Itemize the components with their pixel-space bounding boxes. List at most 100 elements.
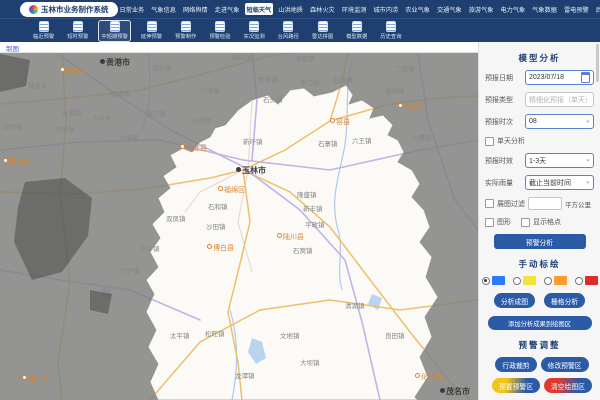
- forecast-type-label: 预报类型: [485, 95, 525, 105]
- chevron-down-icon: ∨: [586, 158, 590, 163]
- adjust-button-预置预警区[interactable]: 预置预警区: [492, 378, 540, 393]
- top-menu-item-走进气象[interactable]: 走进气象: [213, 3, 242, 15]
- document-icon: [40, 22, 48, 31]
- toolbar-item-label: 历史查询: [380, 32, 401, 40]
- plot-color-options: [479, 276, 600, 285]
- map-graphic: [0, 42, 478, 400]
- plot-color-option-orange[interactable]: [544, 276, 567, 285]
- top-menu-item-网络舆情[interactable]: 网络舆情: [181, 3, 210, 15]
- warning-adjust-title: 预警调整: [479, 339, 600, 351]
- plot-color-radio-orange[interactable]: [544, 277, 552, 285]
- panel-scrollbar[interactable]: [596, 44, 599, 82]
- manual-plot-buttons: 分析成图栅格分析: [479, 293, 600, 308]
- forecast-period-select[interactable]: 1-3天 ∨: [525, 153, 594, 168]
- plot-color-swatch-red: [585, 276, 598, 285]
- toolbar-item-短时预警[interactable]: 短时预警: [64, 20, 91, 42]
- adjust-button-修改预警区[interactable]: 修改预警区: [541, 357, 589, 372]
- forecast-date-input[interactable]: 2023/07/18: [525, 70, 594, 85]
- toolbar-item-雷达拼图[interactable]: 雷达拼图: [309, 20, 336, 42]
- document-icon: [319, 22, 327, 31]
- app-logo[interactable]: 玉林市业务制作系统: [20, 2, 118, 17]
- top-menu-item-森林火灾[interactable]: 森林火灾: [308, 3, 337, 15]
- adjust-button-清空绘图区[interactable]: 清空绘图区: [544, 378, 592, 393]
- manual-plot-title: 手动标绘: [479, 258, 600, 270]
- toolbar-item-中短期预警[interactable]: 中短期预警: [98, 20, 131, 42]
- document-icon: [216, 22, 224, 31]
- plot-color-option-blue[interactable]: [482, 276, 505, 285]
- toolbar-item-延伸预警[interactable]: 延伸预警: [138, 20, 165, 42]
- top-menu-item-电力气象[interactable]: 电力气象: [499, 3, 528, 15]
- document-icon: [182, 22, 190, 31]
- module-toolbar: 临近预警短时预警 中短期预警延伸预警预警制作预警检验实况监测台风路径 雷达拼图模型数…: [0, 18, 600, 42]
- top-menu-item-交通气象[interactable]: 交通气象: [435, 3, 464, 15]
- area-filter-checkbox[interactable]: [485, 199, 494, 208]
- toolbar-item-临近预警[interactable]: 临近预警: [30, 20, 57, 42]
- top-menu-item-环境监测[interactable]: 环境监测: [340, 3, 369, 15]
- app-title: 玉林市业务制作系统: [41, 4, 109, 15]
- show-grid-label: 显示格点: [533, 217, 561, 227]
- toolbar-item-台风路径[interactable]: 台风路径: [275, 20, 302, 42]
- map-canvas[interactable]: 镇龙乡新塘镇云表镇大岭乡马岭镇周圩镇木梓镇武乐镇大洋镇麻垌镇罗秀镇寺面镇罗江镇自…: [0, 42, 478, 400]
- top-menu-item-气象信息[interactable]: 气象信息: [149, 3, 178, 15]
- top-menu-item-农业气象[interactable]: 农业气象: [403, 3, 432, 15]
- forecast-date-row: 预报日期 2023/07/18: [479, 70, 600, 85]
- toolbar-item-label: 短时预警: [67, 32, 88, 40]
- top-menu-item-旅游气象[interactable]: 旅游气象: [467, 3, 496, 15]
- forecast-date-label: 预报日期: [485, 73, 525, 83]
- area-filter-unit: 平方公里: [565, 199, 591, 209]
- toolbar-item-模型数据[interactable]: 模型数据: [343, 20, 370, 42]
- actual-rain-row: 实际雨量 截止当前时间 ∨: [479, 175, 600, 190]
- forecast-type-row: 预报类型 精细化预报（单天）: [479, 92, 600, 107]
- calendar-icon: [581, 72, 590, 83]
- plot-color-option-yellow[interactable]: [513, 276, 536, 285]
- actual-rain-select[interactable]: 截止当前时间 ∨: [525, 175, 594, 190]
- manual-button-栅格分析[interactable]: 栅格分析: [544, 293, 585, 308]
- top-menu-item-山洪地质[interactable]: 山洪地质: [276, 3, 305, 15]
- plot-color-radio-red[interactable]: [575, 277, 583, 285]
- top-menu-item-雷电预警[interactable]: 雷电预警: [562, 3, 591, 15]
- document-icon: [250, 22, 258, 31]
- document-icon: [74, 22, 82, 31]
- plot-color-radio-yellow[interactable]: [513, 277, 521, 285]
- show-grid-checkbox[interactable]: [521, 218, 530, 227]
- area-filter-row: 展图过滤 平方公里: [479, 197, 600, 210]
- plot-color-option-red[interactable]: [575, 276, 598, 285]
- single-day-label: 单天分析: [497, 136, 525, 146]
- chevron-down-icon: ∨: [586, 119, 590, 124]
- display-options-row: 图形 显示格点: [479, 217, 600, 227]
- top-menu-item-短临天气[interactable]: 短临天气: [245, 3, 274, 15]
- forecast-date-value: 2023/07/18: [529, 74, 564, 81]
- area-filter-label: 展图过滤: [497, 199, 525, 209]
- single-day-checkbox[interactable]: [485, 137, 494, 146]
- toolbar-item-预警检验[interactable]: 预警检验: [206, 20, 233, 42]
- shape-checkbox[interactable]: [485, 218, 494, 227]
- actual-rain-label: 实际雨量: [485, 178, 525, 188]
- toolbar-item-label: 台风路径: [278, 32, 299, 40]
- forecast-hour-select[interactable]: 08 ∨: [525, 114, 594, 129]
- warning-analysis-button[interactable]: 预警分析: [494, 234, 586, 249]
- top-menu-item-后台管理[interactable]: 后台管理: [594, 3, 600, 15]
- top-menu-item-城市内涝[interactable]: 城市内涝: [372, 3, 401, 15]
- plot-color-swatch-orange: [554, 276, 567, 285]
- actual-rain-value: 截止当前时间: [529, 178, 571, 188]
- area-filter-input[interactable]: [528, 197, 562, 210]
- add-analysis-result-button[interactable]: 添加分析成果到绘图区: [488, 316, 592, 330]
- manual-button-分析成图[interactable]: 分析成图: [494, 293, 535, 308]
- document-icon: [284, 22, 292, 31]
- panel-title: 模型分析: [479, 52, 600, 64]
- top-menu-item-气象数据[interactable]: 气象数据: [530, 3, 559, 15]
- map-subbar: 制图: [0, 42, 478, 53]
- subbar-link[interactable]: 制图: [6, 43, 19, 53]
- forecast-type-input: 精细化预报（单天）: [525, 92, 594, 107]
- forecast-hour-row: 预报时次 08 ∨: [479, 114, 600, 129]
- adjust-button-行政裁剪[interactable]: 行政裁剪: [495, 357, 536, 372]
- toolbar-item-历史查询[interactable]: 历史查询: [377, 20, 404, 42]
- plot-color-swatch-blue: [492, 276, 505, 285]
- top-menu-item-日常业务[interactable]: 日常业务: [118, 3, 147, 15]
- toolbar-item-实况监测[interactable]: 实况监测: [241, 20, 268, 42]
- plot-color-swatch-yellow: [523, 276, 536, 285]
- warning-adjust-buttons: 行政裁剪修改预警区预置预警区清空绘图区: [479, 357, 600, 393]
- plot-color-radio-blue[interactable]: [482, 277, 490, 285]
- top-menu: 日常业务气象信息网络舆情走进气象短临天气山洪地质森林火灾环境监测城市内涝农业气象…: [118, 3, 600, 15]
- toolbar-item-预警制作[interactable]: 预警制作: [172, 20, 199, 42]
